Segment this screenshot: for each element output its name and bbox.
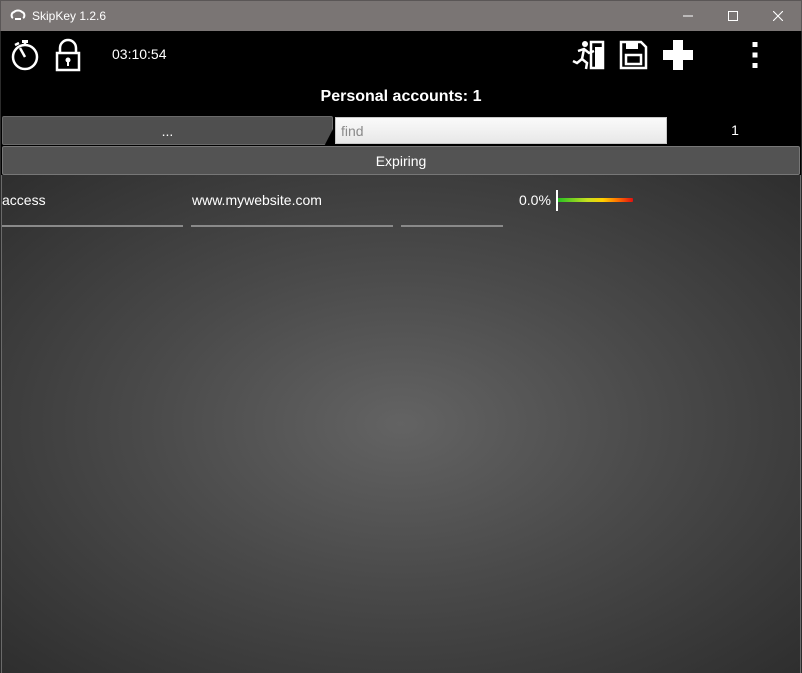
result-count: 1 xyxy=(731,122,739,138)
padlock-icon[interactable] xyxy=(50,37,86,73)
category-button[interactable]: ... xyxy=(2,116,333,145)
filter-row: ... 1 xyxy=(1,115,801,146)
window-titlebar: SkipKey 1.2.6 xyxy=(0,0,802,31)
minimize-button[interactable] xyxy=(665,1,711,31)
strength-gradient-bar xyxy=(557,198,633,202)
accounts-heading: Personal accounts: 1 xyxy=(1,84,801,115)
strength-marker xyxy=(556,190,558,211)
plus-icon[interactable] xyxy=(660,37,696,73)
strength-percent: 0.0% xyxy=(519,192,551,208)
maximize-button[interactable] xyxy=(710,1,756,31)
entry-url[interactable]: www.mywebsite.com xyxy=(192,192,322,208)
window-title: SkipKey 1.2.6 xyxy=(32,9,107,23)
entry-name-underline xyxy=(2,225,183,227)
expiring-bar: Expiring xyxy=(1,146,801,175)
list-item[interactable]: access www.mywebsite.com 0.0% xyxy=(2,175,802,229)
exit-running-icon[interactable] xyxy=(570,37,606,73)
entry-url-underline xyxy=(191,225,393,227)
stopwatch-icon[interactable] xyxy=(7,37,43,73)
close-button[interactable] xyxy=(755,1,801,31)
search-input[interactable] xyxy=(335,117,667,144)
main-toolbar: 03:10:54 xyxy=(1,31,801,84)
entry-extra-underline xyxy=(401,225,503,227)
session-clock: 03:10:54 xyxy=(112,46,167,62)
save-floppy-icon[interactable] xyxy=(615,37,651,73)
skipkey-logo-icon xyxy=(10,9,26,23)
more-vertical-icon[interactable] xyxy=(737,37,773,73)
expiring-button[interactable]: Expiring xyxy=(2,146,800,175)
entry-name[interactable]: access xyxy=(2,192,46,208)
accounts-list: access www.mywebsite.com 0.0% xyxy=(1,175,801,673)
